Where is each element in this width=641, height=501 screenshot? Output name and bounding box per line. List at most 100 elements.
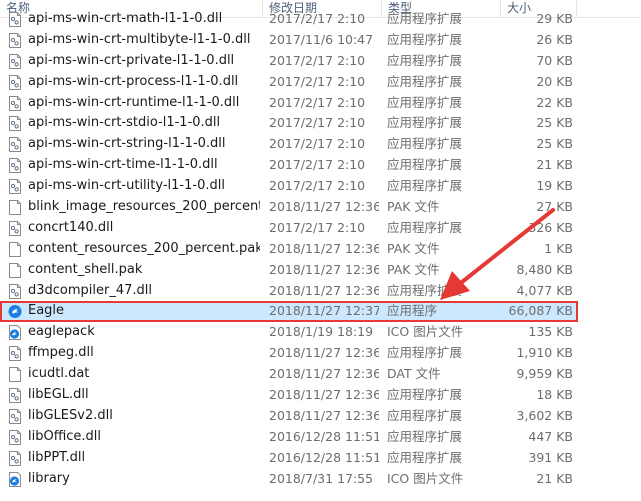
- file-row[interactable]: api-ms-win-crt-process-l1-1-0.dll 2017/2/…: [0, 72, 641, 93]
- file-size: 27 KB: [536, 199, 573, 215]
- file-row[interactable]: d3dcompiler_47.dll 2018/11/27 12:36 应用程序扩展…: [0, 281, 641, 302]
- file-type: 应用程序扩展: [387, 387, 463, 403]
- file-type: 应用程序扩展: [387, 31, 463, 47]
- file-date: 2017/2/17 2:10: [269, 11, 366, 26]
- file-icon: [8, 241, 22, 257]
- eagle-ico-icon: [8, 325, 22, 341]
- file-type: 应用程序扩展: [387, 178, 463, 194]
- file-row[interactable]: api-ms-win-crt-multibyte-l1-1-0.dll 2017/…: [0, 30, 641, 51]
- file-name: concrt140.dll: [28, 219, 114, 235]
- file-date: 2017/2/17 2:10: [269, 136, 366, 152]
- file-date: 2016/12/28 11:51: [269, 428, 379, 444]
- file-name: api-ms-win-crt-stdio-l1-1-0.dll: [28, 115, 221, 131]
- file-row[interactable]: library 2018/7/31 17:55 ICO 图片文件 21 KB: [0, 469, 641, 490]
- file-row[interactable]: libEGL.dll 2018/11/27 12:36 应用程序扩展 18 KB: [0, 385, 641, 406]
- dll-icon: [8, 388, 22, 404]
- file-name: api-ms-win-crt-private-l1-1-0.dll: [28, 52, 235, 68]
- file-name: api-ms-win-crt-time-l1-1-0.dll: [28, 157, 218, 173]
- file-size: 22 KB: [536, 94, 573, 110]
- file-date: 2017/2/17 2:10: [269, 94, 366, 110]
- file-type: DAT 文件: [387, 366, 441, 382]
- file-type: PAK 文件: [387, 240, 440, 256]
- dll-icon: [8, 179, 22, 195]
- file-size: 391 KB: [528, 449, 573, 465]
- eagle-app-icon: [8, 304, 22, 319]
- file-list: api-ms-win-crt-math-l1-1-0.dll 2017/2/17 …: [0, 9, 641, 489]
- file-name: libGLESv2.dll: [28, 407, 113, 423]
- file-row[interactable]: concrt140.dll 2017/2/17 2:10 应用程序扩展 326 KB: [0, 218, 641, 239]
- file-type: 应用程序扩展: [387, 282, 463, 298]
- file-row[interactable]: api-ms-win-crt-string-l1-1-0.dll 2017/2/1…: [0, 134, 641, 155]
- file-date: 2017/11/6 10:47: [269, 31, 374, 47]
- file-size: 19 KB: [536, 178, 573, 194]
- dll-icon: [8, 429, 22, 445]
- file-size: 25 KB: [536, 115, 573, 131]
- file-type: 应用程序扩展: [387, 94, 463, 110]
- dll-icon: [8, 53, 22, 69]
- file-name: Eagle: [28, 303, 65, 319]
- file-type: 应用程序扩展: [387, 407, 463, 423]
- file-size: 4,077 KB: [516, 282, 573, 298]
- file-type: ICO 图片文件: [387, 470, 464, 486]
- file-date: 2018/11/27 12:36: [269, 345, 379, 361]
- file-type: 应用程序扩展: [387, 219, 463, 235]
- file-date: 2018/11/27 12:36: [269, 199, 379, 215]
- dll-icon: [8, 283, 22, 299]
- file-size: 9,959 KB: [516, 366, 573, 382]
- file-row[interactable]: api-ms-win-crt-math-l1-1-0.dll 2017/2/17 …: [0, 9, 641, 30]
- file-name: icudtl.dat: [28, 366, 90, 382]
- dll-icon: [8, 95, 22, 111]
- dll-icon: [8, 450, 22, 466]
- eagle-ico-icon: [8, 471, 22, 487]
- file-type: 应用程序扩展: [387, 136, 463, 152]
- file-date: 2017/2/17 2:10: [269, 157, 366, 173]
- file-row[interactable]: libGLESv2.dll 2018/11/27 12:36 应用程序扩展 3,602…: [0, 406, 641, 427]
- file-row[interactable]: content_resources_200_percent.pak 2018/11…: [0, 239, 641, 260]
- file-row[interactable]: libPPT.dll 2016/12/28 11:51 应用程序扩展 391 KB: [0, 448, 641, 469]
- file-name: eaglepack: [28, 324, 95, 340]
- file-row[interactable]: api-ms-win-crt-utility-l1-1-0.dll 2017/2/…: [0, 176, 641, 197]
- file-icon: [8, 200, 22, 216]
- file-type: 应用程序扩展: [387, 52, 463, 68]
- file-size: 25 KB: [536, 136, 573, 152]
- file-date: 2017/2/17 2:10: [269, 219, 366, 235]
- file-date: 2017/2/17 2:10: [269, 178, 366, 194]
- file-row[interactable]: api-ms-win-crt-stdio-l1-1-0.dll 2017/2/17…: [0, 113, 641, 134]
- file-icon: [8, 367, 22, 383]
- file-date: 2018/7/31 17:55: [269, 470, 374, 486]
- file-date: 2017/2/17 2:10: [269, 52, 366, 68]
- file-size: 135 KB: [528, 324, 573, 340]
- file-size: 21 KB: [536, 157, 573, 173]
- file-row[interactable]: content_shell.pak 2018/11/27 12:36 PAK 文件 8…: [0, 260, 641, 281]
- file-type: PAK 文件: [387, 261, 440, 277]
- file-size: 8,480 KB: [516, 261, 573, 277]
- file-row-selected[interactable]: Eagle 2018/11/27 12:37 应用程序 66,087 KB: [0, 301, 578, 323]
- file-row[interactable]: libOffice.dll 2016/12/28 11:51 应用程序扩展 447 K…: [0, 427, 641, 448]
- file-date: 2018/11/27 12:36: [269, 387, 379, 403]
- file-type: 应用程序扩展: [387, 345, 463, 361]
- file-size: 3,602 KB: [516, 407, 573, 423]
- file-name: api-ms-win-crt-multibyte-l1-1-0.dll: [28, 31, 251, 47]
- file-row[interactable]: api-ms-win-crt-runtime-l1-1-0.dll 2017/2/…: [0, 93, 641, 114]
- file-row[interactable]: eaglepack 2018/1/19 18:19 ICO 图片文件 135 KB: [0, 322, 641, 343]
- file-size: 20 KB: [536, 73, 573, 89]
- file-row[interactable]: ffmpeg.dll 2018/11/27 12:36 应用程序扩展 1,910 KB: [0, 343, 641, 364]
- file-name: library: [28, 470, 70, 486]
- file-size: 21 KB: [536, 470, 573, 486]
- file-type: ICO 图片文件: [387, 324, 464, 340]
- file-row[interactable]: blink_image_resources_200_percent.p... 20…: [0, 197, 641, 218]
- file-size: 26 KB: [536, 31, 573, 47]
- file-size: 1 KB: [544, 240, 573, 256]
- file-row[interactable]: icudtl.dat 2018/11/27 12:36 DAT 文件 9,959 KB: [0, 364, 641, 385]
- dll-icon: [8, 137, 22, 153]
- file-type: PAK 文件: [387, 199, 440, 215]
- dll-icon: [8, 220, 22, 236]
- file-row[interactable]: api-ms-win-crt-time-l1-1-0.dll 2017/2/17 …: [0, 155, 641, 176]
- file-date: 2018/11/27 12:37: [269, 303, 379, 319]
- file-size: 18 KB: [536, 387, 573, 403]
- file-icon: [8, 262, 22, 278]
- file-row[interactable]: api-ms-win-crt-private-l1-1-0.dll 2017/2/…: [0, 51, 641, 72]
- file-name: libPPT.dll: [28, 449, 86, 465]
- file-date: 2018/11/27 12:36: [269, 240, 379, 256]
- file-type: 应用程序扩展: [387, 73, 463, 89]
